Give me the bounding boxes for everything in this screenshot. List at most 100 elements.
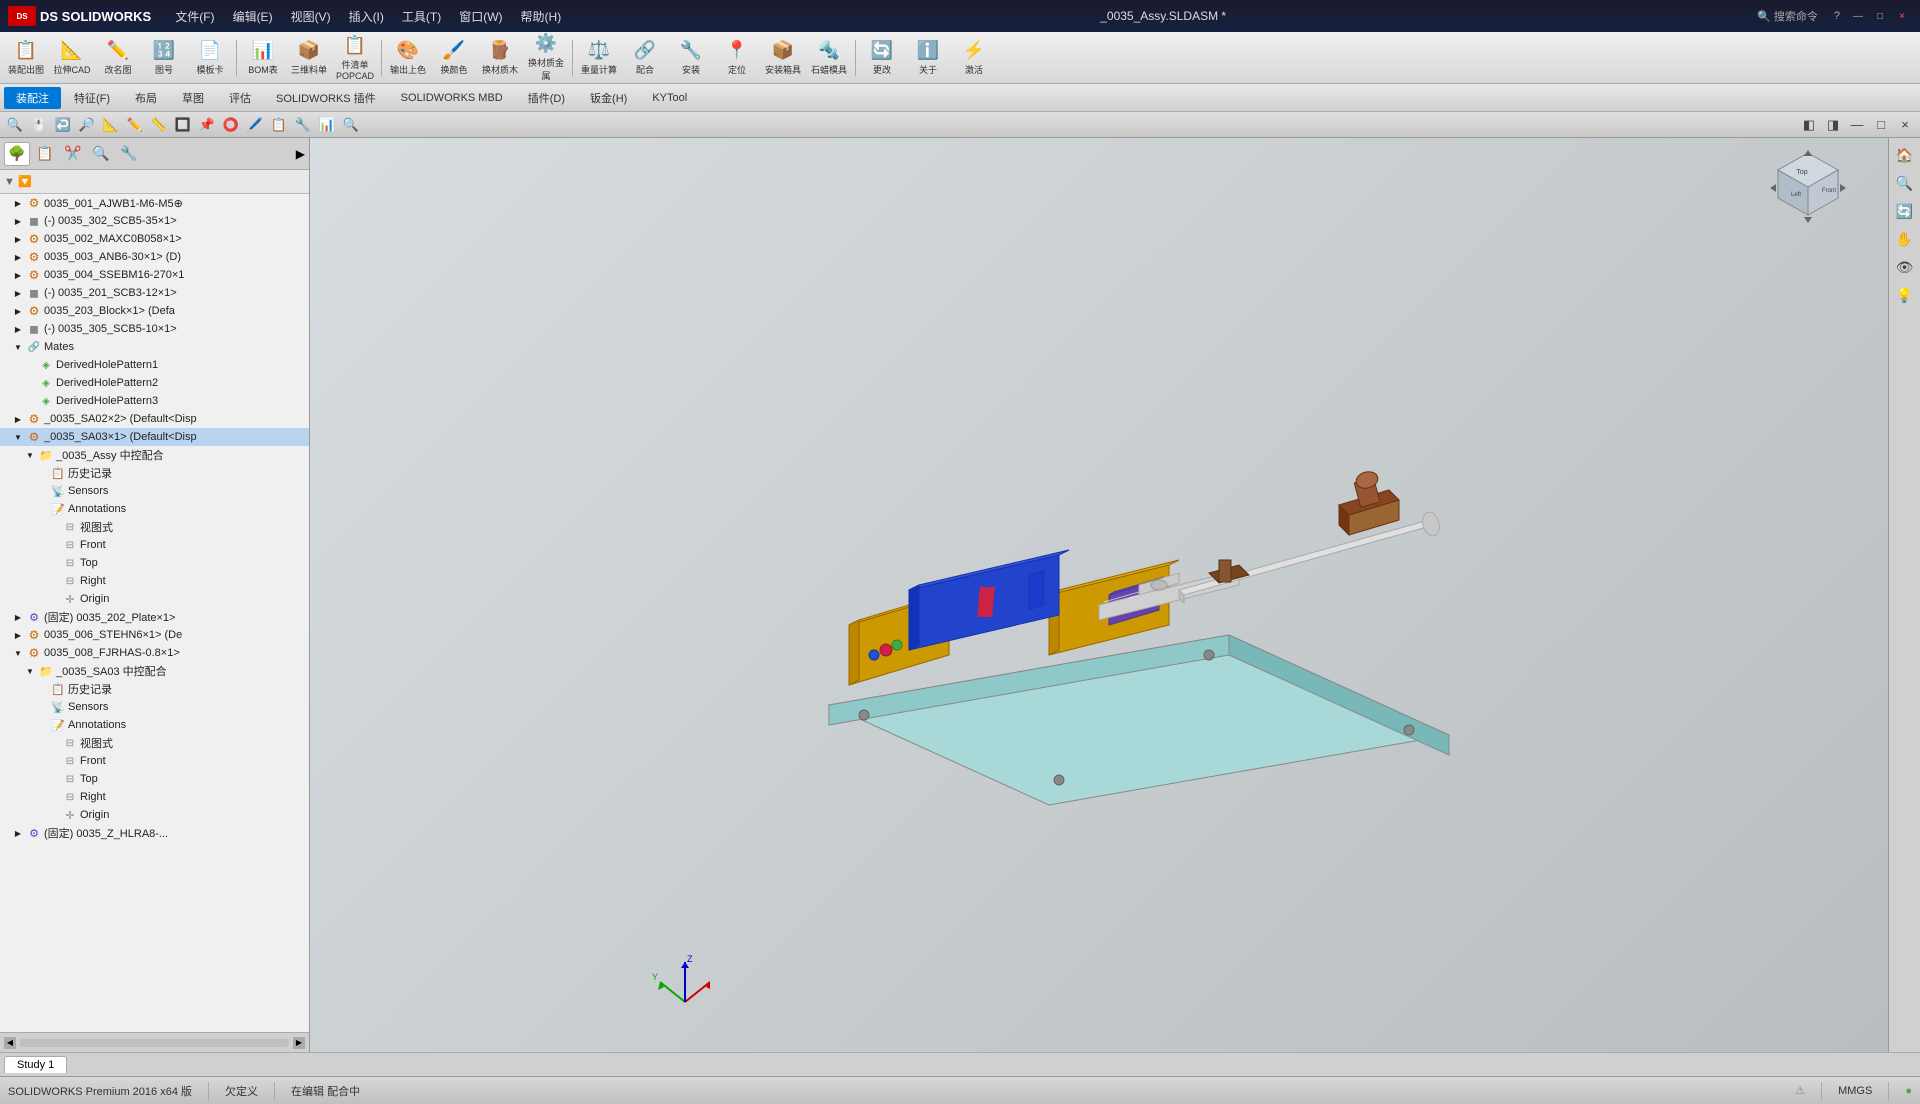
panel-tab-search[interactable]: 🔍 [88,142,114,166]
view-extra1[interactable]: ◧ [1798,115,1820,135]
tree-arrow[interactable] [36,701,48,713]
tree-arrow[interactable]: ▶ [12,269,24,281]
tree-item-rha[interactable]: ▼ ⚙ 0035_008_FJRHAS-0.8×1> [0,644,309,662]
tree-item-format[interactable]: ⊟ 视图式 [0,518,309,536]
tree-item-rha-format[interactable]: ⊟ 视图式 [0,734,309,752]
tree-item-front[interactable]: ⊟ Front [0,536,309,554]
close-button[interactable]: × [1892,8,1912,24]
tree-arrow[interactable] [48,575,60,587]
tree-arrow[interactable]: ▶ [12,413,24,425]
right-btn-home[interactable]: 🏠 [1892,142,1918,168]
tree-arrow[interactable] [36,719,48,731]
tree-arrow[interactable] [48,773,60,785]
tree-arrow-expanded[interactable]: ▼ [24,665,36,677]
tab-assembly[interactable]: 装配注 [4,87,61,109]
right-btn-view[interactable]: 👁 [1892,254,1918,280]
view-measure[interactable]: 📐 [100,115,122,135]
view-dimension[interactable]: 📏 [148,115,170,135]
view-rotate[interactable]: ↩️ [52,115,74,135]
view-pin[interactable]: 📌 [196,115,218,135]
tree-arrow[interactable]: ▶ [12,197,24,209]
tree-item-rha-right[interactable]: ⊟ Right [0,788,309,806]
tree-arrow[interactable] [48,791,60,803]
panel-tab-tree[interactable]: 🌳 [4,142,30,166]
tree-item-last[interactable]: ▶ ⚙ (固定) 0035_Z_HLRA8-... [0,824,309,842]
toolbar-weight[interactable]: ⚖️ 重量计算 [577,36,621,80]
tab-addins[interactable]: 插件(D) [516,87,577,109]
view-pan[interactable]: 🖱️ [28,115,50,135]
tree-arrow[interactable] [48,755,60,767]
tree-item-sa02[interactable]: ▶ ⚙ _0035_SA02×2> (Default<Disp [0,410,309,428]
toolbar-colorexport[interactable]: 🎨 输出上色 [386,36,430,80]
scroll-right[interactable]: ▶ [293,1037,305,1049]
tree-item-0035201[interactable]: ▶ ◼ (-) 0035_201_SCB3-12×1> [0,284,309,302]
view-section[interactable]: 🔲 [172,115,194,135]
tree-item-sa03-assy[interactable]: ▼ 📁 _0035_Assy 中控配合 [0,446,309,464]
tree-arrow[interactable]: ▶ [12,233,24,245]
toolbar-drawnumber[interactable]: 🔢 图号 [142,36,186,80]
toolbar-bom[interactable]: 📊 BOM表 [241,36,285,80]
toolbar-activate[interactable]: ⚡ 激活 [952,36,996,80]
toolbar-cadextract[interactable]: 📐 拉伸CAD [50,36,94,80]
tree-item-0035203[interactable]: ▶ ⚙ 0035_203_Block×1> (Defa [0,302,309,320]
tree-item-0035003[interactable]: ▶ ⚙ 0035_003_ANB6-30×1> (D) [0,248,309,266]
tree-item-plate[interactable]: ▶ ⚙ (固定) 0035_202_Plate×1> [0,608,309,626]
tree-arrow-expanded[interactable]: ▼ [12,647,24,659]
tree-item-derived3[interactable]: ◈ DerivedHolePattern3 [0,392,309,410]
toolbar-rename[interactable]: ✏️ 改名图 [96,36,140,80]
view-pen[interactable]: 🖊️ [244,115,266,135]
view-extra5[interactable]: × [1894,115,1916,135]
view-extra4[interactable]: □ [1870,115,1892,135]
tab-evaluate[interactable]: 评估 [217,87,263,109]
tree-item-sensors[interactable]: 📡 Sensors [0,482,309,500]
view-extra3[interactable]: — [1846,115,1868,135]
tree-arrow[interactable] [48,521,60,533]
tab-kytool[interactable]: KYTool [640,89,699,107]
view-cube[interactable]: Top Left Front [1768,148,1848,228]
tree-arrow[interactable]: ▶ [12,323,24,335]
tree-arrow[interactable] [24,359,36,371]
tree-arrow-expanded[interactable]: ▼ [12,431,24,443]
tab-sketch[interactable]: 草图 [170,87,216,109]
toolbar-change[interactable]: 🔄 更改 [860,36,904,80]
tab-sw-plugin[interactable]: SOLIDWORKS 插件 [264,87,388,109]
toolbar-3dbom[interactable]: 📦 三维料单 [287,36,331,80]
toolbar-position[interactable]: 📍 定位 [715,36,759,80]
toolbar-install[interactable]: 🔧 安装 [669,36,713,80]
right-btn-pan[interactable]: ✋ [1892,226,1918,252]
tree-item-0035305[interactable]: ▶ ◼ (-) 0035_305_SCB5-10×1> [0,320,309,338]
tree-arrow[interactable]: ▶ [12,629,24,641]
toolbar-popcad[interactable]: 📋 件清单POPCAD [333,36,377,80]
tree-item-annotations[interactable]: 📝 Annotations [0,500,309,518]
tree-arrow[interactable] [48,737,60,749]
tree-item-rha-front[interactable]: ⊟ Front [0,752,309,770]
tab-features[interactable]: 特征(F) [62,87,122,109]
tree-item-rha-annotations[interactable]: 📝 Annotations [0,716,309,734]
toolbar-metalmaterial[interactable]: ⚙️ 换材质金属 [524,36,568,80]
tab-layout[interactable]: 布局 [123,87,169,109]
maximize-button[interactable]: □ [1870,8,1890,24]
tree-item-0035002[interactable]: ▶ ⚙ 0035_002_MAXC0B058×1> [0,230,309,248]
search-box[interactable]: 🔍 搜索命令 [1757,8,1818,24]
help-icon[interactable]: ? [1834,10,1840,22]
tree-arrow[interactable] [36,485,48,497]
view-circle[interactable]: ⭕ [220,115,242,135]
tree-arrow[interactable] [24,377,36,389]
tree-item-rha-history[interactable]: 📋 历史记录 [0,680,309,698]
menu-view[interactable]: 视图(V) [283,6,339,27]
right-btn-display[interactable]: 💡 [1892,282,1918,308]
menu-help[interactable]: 帮助(H) [513,6,570,27]
panel-tab-properties[interactable]: 📋 [32,142,58,166]
view-extra2[interactable]: ◨ [1822,115,1844,135]
menu-tools[interactable]: 工具(T) [394,6,449,27]
toolbar-woodmaterial[interactable]: 🪵 换材质木 [478,36,522,80]
tree-item-top[interactable]: ⊟ Top [0,554,309,572]
tree-arrow[interactable]: ▶ [12,305,24,317]
tree-item-history[interactable]: 📋 历史记录 [0,464,309,482]
tree-arrow[interactable]: ▶ [12,251,24,263]
tree-arrow[interactable] [48,557,60,569]
panel-expand[interactable]: ▶ [296,147,305,161]
tree-item-origin[interactable]: ✛ Origin [0,590,309,608]
tree-item-0035004[interactable]: ▶ ⚙ 0035_004_SSEBM16-270×1 [0,266,309,284]
tree-arrow[interactable] [48,809,60,821]
